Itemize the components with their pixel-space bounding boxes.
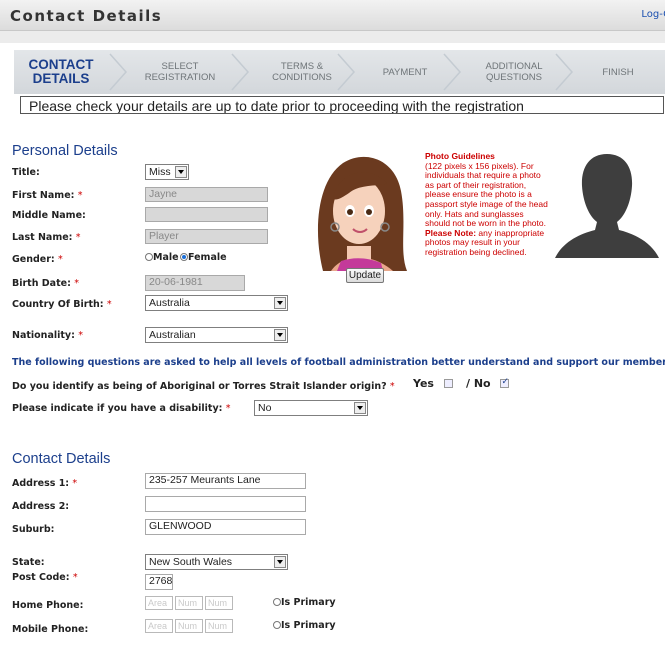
mobile-phone-area[interactable]: Area	[145, 619, 173, 633]
title-label: Title:	[12, 167, 40, 178]
radio-home-primary[interactable]	[273, 598, 281, 606]
step-select-registration[interactable]: SELECT REGISTRATION	[132, 50, 228, 94]
chevron-down-icon	[274, 556, 286, 568]
state-label: State:	[12, 557, 45, 568]
title-select[interactable]: Miss	[145, 164, 189, 180]
address1-field[interactable]: 235-257 Meurants Lane	[145, 473, 306, 489]
nationality-label: Nationality: *	[12, 330, 83, 341]
post-code-field[interactable]: 2768	[145, 574, 173, 590]
country-of-birth-select[interactable]: Australia	[145, 295, 288, 311]
chevron-right-icon	[337, 53, 356, 91]
last-name-label: Last Name: *	[12, 232, 81, 243]
home-phone-num2[interactable]: Num	[205, 596, 233, 610]
home-phone-area[interactable]: Area	[145, 596, 173, 610]
logout-link[interactable]: Log-O	[641, 9, 665, 20]
mobile-phone-num1[interactable]: Num	[175, 619, 203, 633]
post-code-label: Post Code: *	[12, 572, 78, 583]
middle-name-field[interactable]	[145, 207, 268, 222]
home-phone-primary[interactable]: Is Primary	[273, 597, 336, 608]
page-title: Contact Details	[10, 7, 163, 25]
chevron-down-icon	[354, 402, 366, 414]
birth-date-label: Birth Date: *	[12, 278, 79, 289]
suburb-field[interactable]: GLENWOOD	[145, 519, 306, 535]
address1-label: Address 1: *	[12, 478, 78, 489]
photo-guidelines: Photo Guidelines (122 pixels x 156 pixels…	[425, 151, 548, 257]
step-additional-questions[interactable]: ADDITIONAL QUESTIONS	[466, 50, 562, 94]
step-payment[interactable]: PAYMENT	[360, 50, 450, 94]
gender-label: Gender: *	[12, 254, 63, 265]
chevron-down-icon	[274, 297, 286, 309]
mobile-phone-label: Mobile Phone:	[12, 624, 89, 635]
aboriginal-no-option[interactable]: / No	[466, 377, 510, 390]
radio-female[interactable]	[180, 253, 188, 261]
home-phone-num1[interactable]: Num	[175, 596, 203, 610]
country-of-birth-label: Country Of Birth: *	[12, 299, 112, 310]
mobile-phone-primary[interactable]: Is Primary	[273, 620, 336, 631]
first-name-field[interactable]: Jayne	[145, 187, 268, 202]
aboriginal-question: Do you identify as being of Aboriginal o…	[12, 381, 395, 392]
birth-date-field[interactable]: 20-06-1981	[145, 275, 245, 291]
aboriginal-no-checkbox[interactable]	[500, 377, 510, 388]
address2-label: Address 2:	[12, 501, 70, 512]
gender-female-option[interactable]: Female	[180, 252, 227, 263]
header-spacer	[0, 31, 665, 43]
contact-details-heading: Contact Details	[12, 451, 111, 467]
registration-steps: CONTACT DETAILS SELECT REGISTRATION TERMS …	[14, 50, 665, 94]
last-name-field[interactable]: Player	[145, 229, 268, 244]
chevron-right-icon	[443, 53, 462, 91]
mobile-phone-num2[interactable]: Num	[205, 619, 233, 633]
suburb-label: Suburb:	[12, 524, 55, 535]
chevron-right-icon	[109, 53, 128, 91]
questions-info-text: The following questions are asked to hel…	[12, 357, 665, 368]
aboriginal-yes-option[interactable]: Yes	[413, 377, 453, 390]
chevron-right-icon	[231, 53, 250, 91]
state-select[interactable]: New South Wales	[145, 554, 288, 570]
photo-placeholder-silhouette	[555, 154, 659, 258]
radio-male[interactable]	[145, 253, 153, 261]
step-finish[interactable]: FINISH	[578, 50, 658, 94]
aboriginal-yes-checkbox[interactable]	[443, 379, 453, 388]
personal-details-heading: Personal Details	[12, 143, 118, 159]
avatar-illustration	[317, 156, 407, 271]
nationality-select[interactable]: Australian	[145, 327, 288, 343]
disability-question: Please indicate if you have a disability…	[12, 403, 231, 414]
chevron-down-icon	[274, 329, 286, 341]
home-phone-label: Home Phone:	[12, 600, 84, 611]
middle-name-label: Middle Name:	[12, 210, 86, 221]
gender-male-option[interactable]: Male	[145, 252, 179, 263]
chevron-down-icon	[175, 166, 187, 178]
title-bar: Contact Details Log-O	[0, 0, 665, 31]
update-photo-button[interactable]: Update	[346, 268, 384, 283]
disability-select[interactable]: No	[254, 400, 368, 416]
notice-banner: Please check your details are up to date…	[20, 96, 664, 114]
radio-mobile-primary[interactable]	[273, 621, 281, 629]
step-contact-details[interactable]: CONTACT DETAILS	[14, 50, 108, 94]
address2-field[interactable]	[145, 496, 306, 512]
first-name-label: First Name: *	[12, 190, 83, 201]
chevron-right-icon	[555, 53, 574, 91]
